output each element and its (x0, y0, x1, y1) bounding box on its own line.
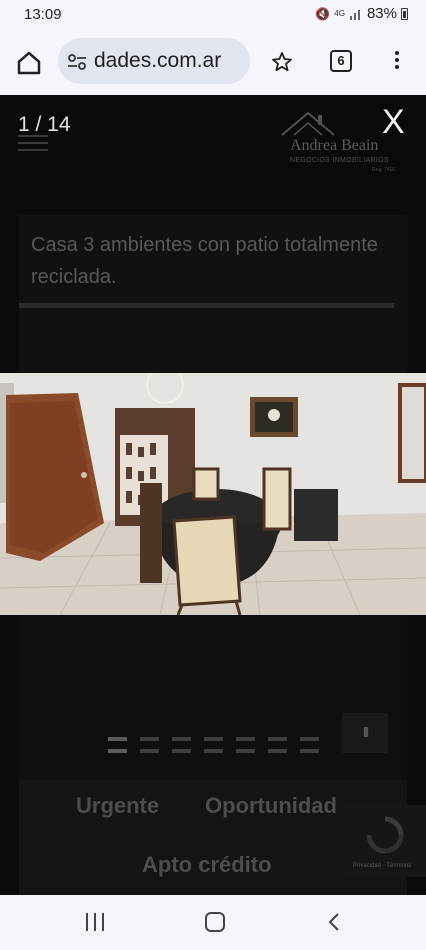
close-lightbox-button[interactable]: X (382, 105, 405, 139)
divider (19, 303, 394, 308)
slide-indicator[interactable] (268, 737, 287, 753)
battery-percentage: 83% (366, 5, 397, 22)
address-bar[interactable]: dades.com.ar (58, 38, 250, 84)
slide-indicators (108, 737, 319, 753)
bookmark-star-icon[interactable] (270, 50, 294, 74)
site-header: Andrea Beain NEGOCIOS INMOBILIARIOS Reg.… (0, 95, 426, 190)
status-icons: 🔇 4G 83% (315, 5, 408, 22)
recent-apps-icon[interactable] (84, 913, 108, 931)
property-photo[interactable] (0, 373, 426, 615)
house-roof-icon (281, 111, 335, 136)
slide-indicator[interactable] (108, 737, 127, 753)
slide-indicator[interactable] (140, 737, 159, 753)
slide-indicator[interactable] (236, 737, 255, 753)
status-bar: 13:09 🔇 4G 83% (0, 0, 426, 30)
listing-title: Casa 3 ambientes con patio totalmente re… (31, 234, 378, 288)
logo-name: Andrea Beain (290, 137, 379, 154)
logo-registration: Reg. 7416 (372, 167, 396, 173)
back-icon[interactable] (326, 911, 342, 933)
listing-details (19, 615, 407, 795)
recaptcha-badge[interactable]: Privacidad - Términos (343, 805, 426, 877)
recaptcha-icon (366, 816, 404, 854)
network-type: 4G (334, 9, 345, 18)
system-nav-bar (0, 895, 426, 950)
home-icon[interactable] (205, 912, 225, 932)
recaptcha-links[interactable]: Privacidad - Términos (353, 863, 411, 869)
more-menu-icon[interactable] (392, 48, 402, 76)
tag-urgente: Urgente (76, 793, 160, 818)
tabs-button[interactable]: 6 (330, 50, 352, 72)
web-page: Andrea Beain NEGOCIOS INMOBILIARIOS Reg.… (0, 95, 426, 895)
home-icon[interactable] (14, 48, 44, 78)
slide-indicator[interactable] (172, 737, 191, 753)
slide-indicator[interactable] (300, 737, 319, 753)
clock: 13:09 (24, 6, 62, 23)
browser-toolbar: dades.com.ar 6 (0, 30, 426, 95)
signal-icon (349, 9, 360, 20)
mute-icon: 🔇 (315, 6, 331, 21)
tag-oportunidad: Oportunidad (205, 793, 337, 818)
pause-slideshow-button[interactable]: II (342, 713, 388, 753)
logo-tagline: NEGOCIOS INMOBILIARIOS (290, 157, 389, 164)
hamburger-menu-icon[interactable] (18, 135, 48, 151)
site-settings-icon[interactable] (66, 51, 88, 73)
url-text: dades.com.ar (94, 49, 222, 72)
slide-indicator[interactable] (204, 737, 223, 753)
image-counter: 1 / 14 (18, 113, 71, 136)
tag-apto-credito: Apto crédito (142, 852, 272, 877)
battery-icon (401, 7, 408, 20)
